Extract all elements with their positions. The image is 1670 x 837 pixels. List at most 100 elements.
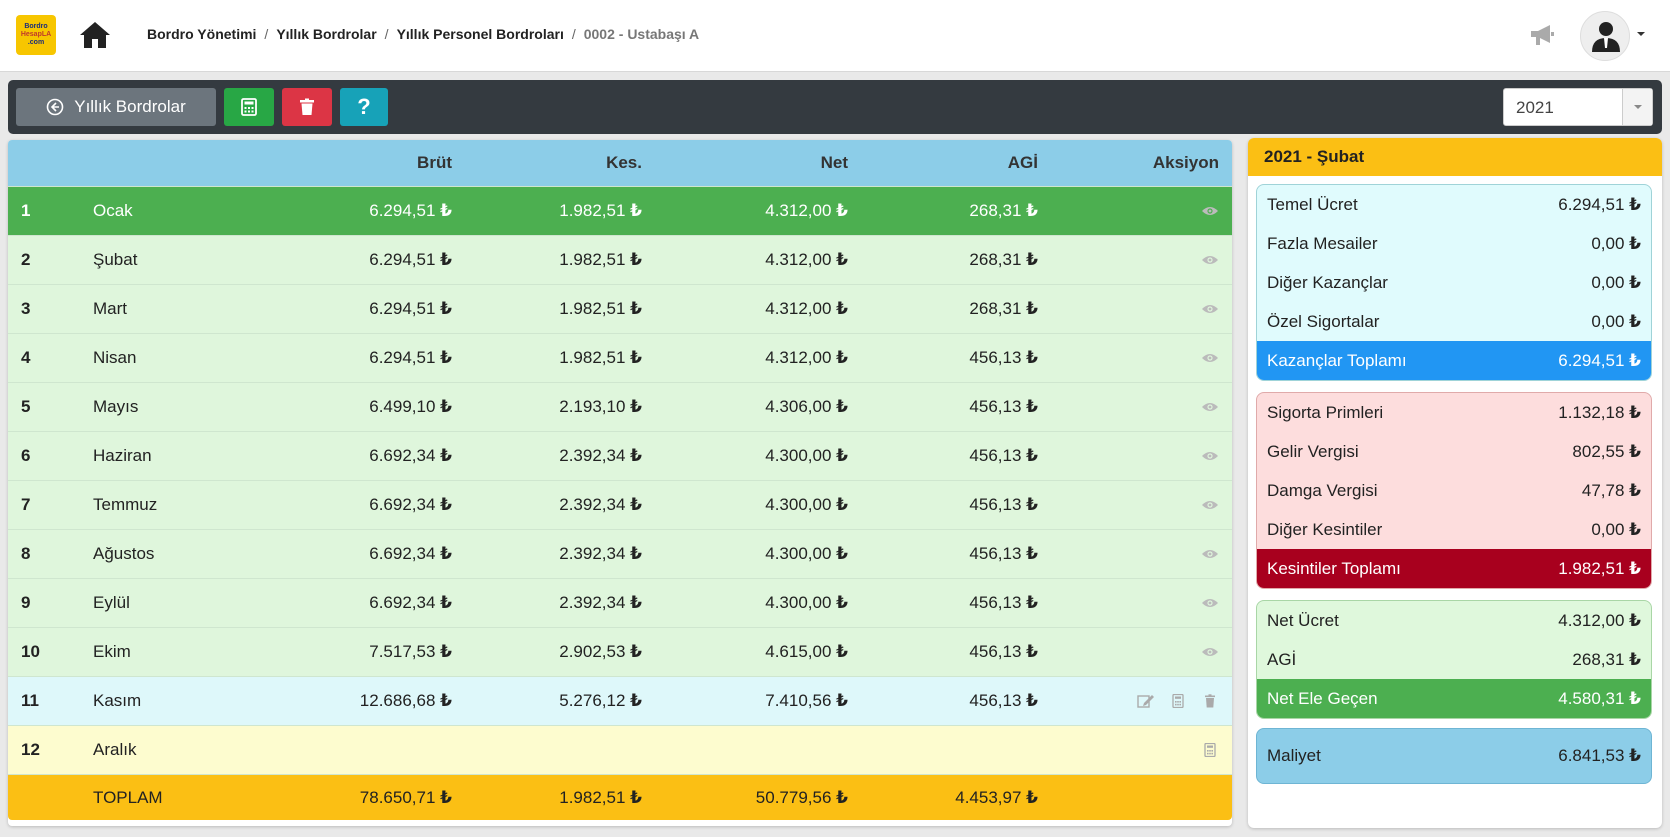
row-gross: 6.692,34 ₺ [369, 544, 452, 563]
row-gross: 6.499,10 ₺ [369, 397, 452, 416]
table-row[interactable]: 4 Nisan 6.294,51 ₺ 1.982,51 ₺ 4.312,00 ₺… [8, 333, 1232, 382]
row-agi: 456,13 ₺ [969, 348, 1038, 367]
summary-title: 2021 - Şubat [1248, 138, 1662, 176]
row-no: 1 [21, 201, 31, 220]
summary-line-value: 1.132,18 ₺ [1558, 402, 1641, 422]
breadcrumb-item-yearly-payrolls[interactable]: Yıllık Bordrolar [276, 26, 376, 42]
table-row[interactable]: 10 Ekim 7.517,53 ₺ 2.902,53 ₺ 4.615,00 ₺… [8, 627, 1232, 676]
help-button[interactable]: ? [340, 88, 388, 126]
row-net: 7.410,56 ₺ [765, 691, 848, 710]
total-deductions: 1.982,51 ₺ [559, 787, 642, 807]
table-row[interactable]: 3 Mart 6.294,51 ₺ 1.982,51 ₺ 4.312,00 ₺ … [8, 284, 1232, 333]
row-no: 11 [21, 691, 39, 710]
table-row[interactable]: 8 Ağustos 6.692,34 ₺ 2.392,34 ₺ 4.300,00… [8, 529, 1232, 578]
month-summary-panel: 2021 - Şubat Temel Ücret 6.294,51 ₺ Fazla… [1248, 138, 1662, 828]
row-gross: 6.294,51 ₺ [369, 201, 452, 220]
eye-icon[interactable] [1201, 302, 1219, 316]
table-row[interactable]: 12 Aralık [8, 725, 1232, 774]
back-button-label: Yıllık Bordrolar [74, 97, 186, 116]
user-avatar[interactable] [1580, 11, 1630, 61]
chevron-down-icon[interactable] [1636, 30, 1646, 38]
breadcrumb-item-current: 0002 - Ustabaşı A [583, 26, 700, 42]
logo-text-line1: Bordro [24, 23, 48, 30]
megaphone-icon[interactable] [1528, 22, 1556, 48]
home-icon[interactable] [78, 20, 112, 50]
row-gross: 6.692,34 ₺ [369, 446, 452, 465]
table-row[interactable]: 9 Eylül 6.692,34 ₺ 2.392,34 ₺ 4.300,00 ₺… [8, 578, 1232, 627]
table-row[interactable]: 1 Ocak 6.294,51 ₺ 1.982,51 ₺ 4.312,00 ₺ … [8, 186, 1232, 235]
net-box: Net Ücret 4.312,00 ₺ AGİ 268,31 ₺ Net Ele… [1256, 600, 1652, 719]
eye-icon[interactable] [1201, 400, 1219, 414]
calculate-button[interactable] [224, 88, 274, 126]
summary-line: AGİ 268,31 ₺ [1257, 640, 1651, 679]
row-month: Ocak [93, 201, 133, 220]
row-deductions: 1.982,51 ₺ [559, 201, 642, 220]
eye-icon[interactable] [1201, 351, 1219, 365]
deductions-total-label: Kesintiler Toplamı [1267, 558, 1401, 578]
table-total-row: TOPLAM 78.650,71 ₺ 1.982,51 ₺ 50.779,56 … [8, 774, 1232, 820]
row-deductions: 2.392,34 ₺ [559, 544, 642, 563]
row-deductions: 2.392,34 ₺ [559, 446, 642, 465]
summary-line: Fazla Mesailer 0,00 ₺ [1257, 224, 1651, 263]
breadcrumb-item-payroll-management[interactable]: Bordro Yönetimi [147, 26, 256, 42]
eye-icon[interactable] [1201, 253, 1219, 267]
trash-icon[interactable] [1201, 694, 1219, 708]
cost-value: 6.841,53 ₺ [1558, 746, 1641, 765]
eye-icon[interactable] [1201, 547, 1219, 561]
year-select[interactable]: 2021 [1503, 88, 1653, 126]
col-header-deductions: Kes. [606, 153, 642, 172]
deductions-total-value: 1.982,51 ₺ [1558, 558, 1641, 578]
table-row[interactable]: 11 Kasım 12.686,68 ₺ 5.276,12 ₺ 7.410,56… [8, 676, 1232, 725]
breadcrumb-separator: / [571, 26, 576, 42]
calculator-icon[interactable] [1169, 694, 1187, 708]
row-deductions: 2.193,10 ₺ [559, 397, 642, 416]
row-actions [1038, 547, 1232, 561]
row-deductions: 5.276,12 ₺ [559, 691, 642, 710]
row-actions [1038, 449, 1232, 463]
delete-button[interactable] [282, 88, 332, 126]
edit-icon[interactable] [1137, 694, 1155, 708]
col-header-gross: Brüt [417, 153, 452, 172]
row-gross: 6.294,51 ₺ [369, 348, 452, 367]
summary-line-value: 4.312,00 ₺ [1558, 610, 1641, 630]
row-net: 4.300,00 ₺ [765, 593, 848, 612]
breadcrumb-separator: / [384, 26, 389, 42]
cost-box: Maliyet 6.841,53 ₺ [1256, 728, 1652, 784]
eye-icon[interactable] [1201, 596, 1219, 610]
summary-line-value: 47,78 ₺ [1581, 480, 1641, 500]
eye-icon[interactable] [1201, 498, 1219, 512]
summary-line-value: 0,00 ₺ [1591, 272, 1641, 292]
chevron-down-icon[interactable] [1622, 89, 1652, 125]
help-icon: ? [357, 94, 371, 119]
table-row[interactable]: 5 Mayıs 6.499,10 ₺ 2.193,10 ₺ 4.306,00 ₺… [8, 382, 1232, 431]
table-row[interactable]: 7 Temmuz 6.692,34 ₺ 2.392,34 ₺ 4.300,00 … [8, 480, 1232, 529]
earnings-total-line: Kazançlar Toplamı 6.294,51 ₺ [1257, 341, 1651, 380]
logo-text-line2: HesapLA [20, 31, 52, 38]
net-total-line: Net Ele Geçen 4.580,31 ₺ [1257, 679, 1651, 718]
table-row[interactable]: 2 Şubat 6.294,51 ₺ 1.982,51 ₺ 4.312,00 ₺… [8, 235, 1232, 284]
row-agi: 268,31 ₺ [969, 201, 1038, 220]
row-agi: 268,31 ₺ [969, 299, 1038, 318]
table-row[interactable]: 6 Haziran 6.692,34 ₺ 2.392,34 ₺ 4.300,00… [8, 431, 1232, 480]
summary-line-label: Fazla Mesailer [1267, 233, 1378, 253]
back-to-yearly-payrolls-button[interactable]: Yıllık Bordrolar [16, 88, 216, 126]
row-month: Eylül [93, 593, 130, 612]
breadcrumb-item-yearly-personnel-payrolls[interactable]: Yıllık Personel Bordroları [397, 26, 564, 42]
row-net: 4.312,00 ₺ [765, 348, 848, 367]
eye-icon[interactable] [1201, 204, 1219, 218]
row-month: Nisan [93, 348, 137, 367]
net-total-value: 4.580,31 ₺ [1558, 688, 1641, 708]
eye-icon[interactable] [1201, 645, 1219, 659]
row-month: Haziran [93, 446, 152, 465]
row-gross: 6.692,34 ₺ [369, 495, 452, 514]
table-header: Brüt Kes. Net AGİ Aksiyon [8, 140, 1232, 186]
total-net: 50.779,56 ₺ [755, 787, 848, 807]
app-logo[interactable]: Bordro HesapLA .com [16, 15, 56, 55]
row-deductions: 2.392,34 ₺ [559, 495, 642, 514]
row-gross: 6.692,34 ₺ [369, 593, 452, 612]
calculator-icon[interactable] [1201, 743, 1219, 757]
year-select-value: 2021 [1516, 98, 1554, 117]
eye-icon[interactable] [1201, 449, 1219, 463]
row-no: 6 [21, 446, 31, 465]
summary-line-label: AGİ [1267, 649, 1297, 669]
